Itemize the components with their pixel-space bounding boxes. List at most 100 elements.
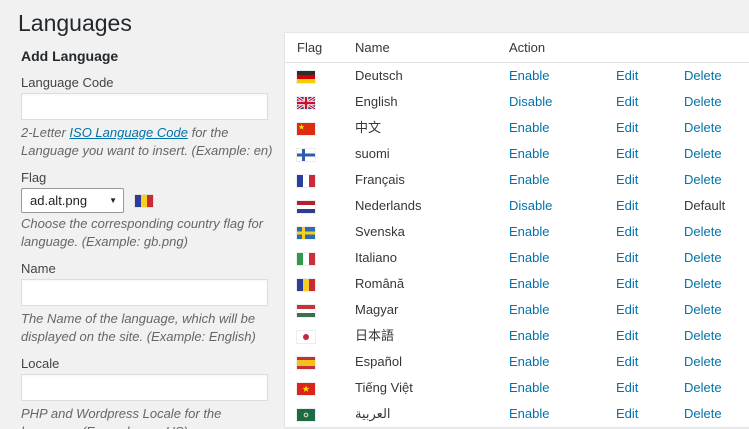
language-name: Deutsch <box>355 68 403 83</box>
table-row: Nederlands Disable Edit Default <box>285 193 749 219</box>
table-row: 日本語 Enable Edit Delete <box>285 323 749 349</box>
language-name: Español <box>355 354 402 369</box>
locale-field: Locale PHP and Wordpress Locale for the … <box>21 356 276 429</box>
flag-jp-icon <box>297 330 315 343</box>
table-row: Français Enable Edit Delete <box>285 167 749 193</box>
language-code-description: 2-Letter ISO Language Code for the Langu… <box>21 124 273 160</box>
edit-link[interactable]: Edit <box>616 224 638 239</box>
edit-link[interactable]: Edit <box>616 354 638 369</box>
delete-link[interactable]: Delete <box>684 94 722 109</box>
edit-link[interactable]: Edit <box>616 302 638 317</box>
delete-link[interactable]: Delete <box>684 354 722 369</box>
language-name: English <box>355 94 398 109</box>
table-row: Español Enable Edit Delete <box>285 349 749 375</box>
table-header-row: Flag Name Action <box>285 33 749 63</box>
edit-link[interactable]: Edit <box>616 146 638 161</box>
language-code-input[interactable] <box>21 93 268 120</box>
delete-link[interactable]: Delete <box>684 120 722 135</box>
delete-link[interactable]: Delete <box>684 250 722 265</box>
enable-link[interactable]: Enable <box>509 302 549 317</box>
enable-link[interactable]: Enable <box>509 68 549 83</box>
delete-link[interactable]: Delete <box>684 380 722 395</box>
flag-es-icon <box>297 356 315 369</box>
flag-select[interactable]: ad.alt.png ▼ <box>21 188 124 213</box>
enable-link[interactable]: Enable <box>509 328 549 343</box>
flag-fi-icon <box>297 148 315 161</box>
flag-ar-icon <box>297 408 315 421</box>
name-description: The Name of the language, which will be … <box>21 311 256 344</box>
table-row: Svenska Enable Edit Delete <box>285 219 749 245</box>
edit-link[interactable]: Edit <box>616 198 638 213</box>
delete-link[interactable]: Delete <box>684 328 722 343</box>
language-name: العربية <box>355 406 391 421</box>
disable-link[interactable]: Disable <box>509 198 552 213</box>
edit-link[interactable]: Edit <box>616 94 638 109</box>
col-header-action: Action <box>497 33 604 63</box>
delete-link[interactable]: Delete <box>684 68 722 83</box>
language-name: 中文 <box>355 120 382 135</box>
edit-link[interactable]: Edit <box>616 250 638 265</box>
table-row: English Disable Edit Delete <box>285 89 749 115</box>
name-input[interactable] <box>21 279 268 306</box>
edit-link[interactable]: Edit <box>616 172 638 187</box>
disable-link[interactable]: Disable <box>509 94 552 109</box>
delete-link[interactable]: Delete <box>684 276 722 291</box>
table-row: العربية Enable Edit Delete <box>285 401 749 427</box>
default-label: Default <box>684 198 726 213</box>
flag-se-icon <box>297 226 315 239</box>
flag-fr-icon <box>297 174 315 187</box>
enable-link[interactable]: Enable <box>509 224 549 239</box>
enable-link[interactable]: Enable <box>509 354 549 369</box>
delete-link[interactable]: Delete <box>684 224 722 239</box>
language-name: Nederlands <box>355 198 422 213</box>
flag-field: Flag ad.alt.png ▼ Choose the correspondi… <box>21 170 276 251</box>
flag-description: Choose the corresponding country flag fo… <box>21 216 264 249</box>
flag-gb-icon <box>297 96 315 109</box>
languages-table: Flag Name Action Deutsch Enable Edit Delete… <box>284 32 749 428</box>
name-label: Name <box>21 261 56 276</box>
enable-link[interactable]: Enable <box>509 146 549 161</box>
delete-link[interactable]: Delete <box>684 146 722 161</box>
enable-link[interactable]: Enable <box>509 276 549 291</box>
language-name: suomi <box>355 146 390 161</box>
language-name: Italiano <box>355 250 397 265</box>
flag-cn-icon <box>297 122 315 135</box>
delete-link[interactable]: Delete <box>684 172 722 187</box>
edit-link[interactable]: Edit <box>616 120 638 135</box>
edit-link[interactable]: Edit <box>616 380 638 395</box>
flag-select-value: ad.alt.png <box>30 193 88 208</box>
language-name: Français <box>355 172 405 187</box>
add-language-panel: Languages Add Language Language Code 2-L… <box>18 0 276 429</box>
flag-ro-icon <box>297 278 315 291</box>
enable-link[interactable]: Enable <box>509 250 549 265</box>
flag-vn-icon <box>297 382 315 395</box>
locale-input[interactable] <box>21 374 268 401</box>
delete-link[interactable]: Delete <box>684 302 722 317</box>
enable-link[interactable]: Enable <box>509 406 549 421</box>
table-row: Tiếng Việt Enable Edit Delete <box>285 375 749 401</box>
locale-description: PHP and Wordpress Locale for the languag… <box>21 406 222 429</box>
edit-link[interactable]: Edit <box>616 328 638 343</box>
flag-it-icon <box>297 252 315 265</box>
delete-link[interactable]: Delete <box>684 406 722 421</box>
edit-link[interactable]: Edit <box>616 406 638 421</box>
enable-link[interactable]: Enable <box>509 120 549 135</box>
language-code-field: Language Code 2-Letter ISO Language Code… <box>21 75 276 160</box>
edit-link[interactable]: Edit <box>616 68 638 83</box>
language-name: Svenska <box>355 224 405 239</box>
enable-link[interactable]: Enable <box>509 172 549 187</box>
iso-language-code-link[interactable]: ISO Language Code <box>69 125 188 140</box>
table-row: Italiano Enable Edit Delete <box>285 245 749 271</box>
flag-preview-andorra-alt-icon <box>135 194 153 207</box>
edit-link[interactable]: Edit <box>616 276 638 291</box>
flag-nl-icon <box>297 200 315 213</box>
enable-link[interactable]: Enable <box>509 380 549 395</box>
select-arrow-icon: ▼ <box>109 196 117 205</box>
languages-admin-page: Languages Add Language Language Code 2-L… <box>0 0 749 429</box>
description-text: 2-Letter <box>21 125 70 140</box>
language-name: Română <box>355 276 405 291</box>
locale-label: Locale <box>21 356 60 371</box>
page-title: Languages <box>18 10 132 36</box>
col-header-spacer <box>604 33 672 63</box>
add-language-heading: Add Language <box>21 48 119 64</box>
